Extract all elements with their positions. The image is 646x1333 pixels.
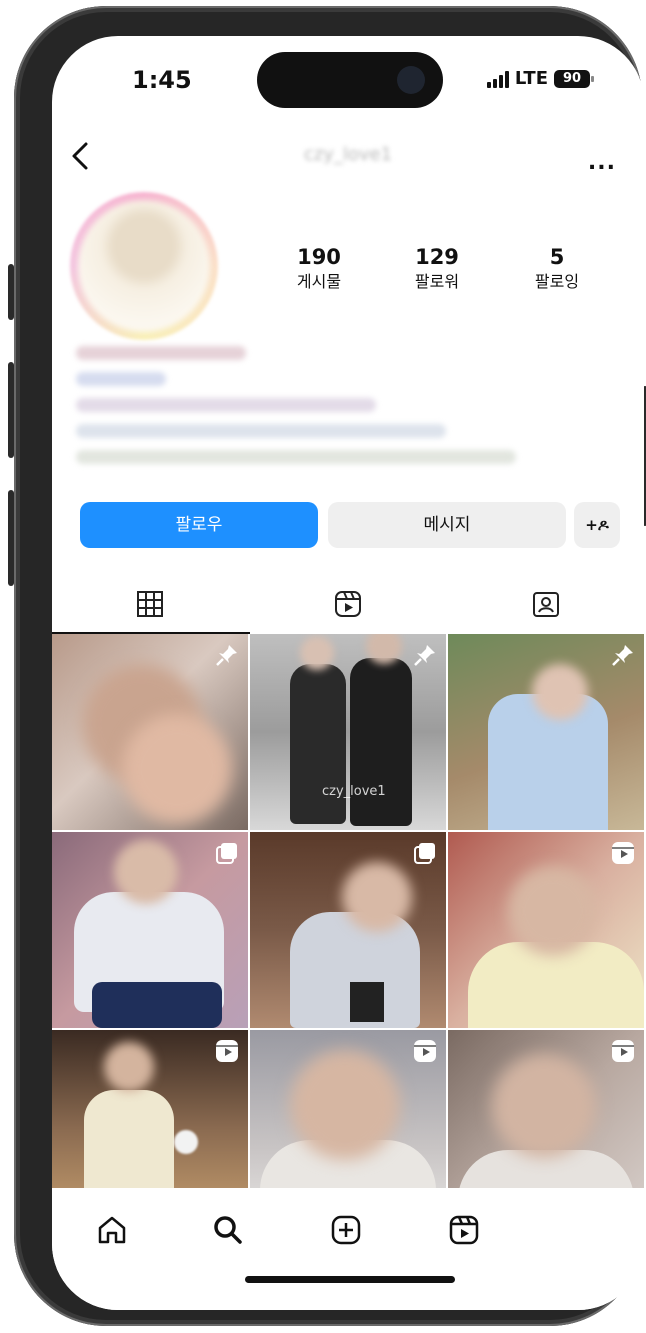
following-label: 팔로잉 [534, 272, 580, 291]
add-post-icon [331, 1215, 361, 1245]
reels-icon [612, 1040, 634, 1062]
following-count: 5 [549, 245, 565, 269]
status-indicators: LTE 90 [486, 68, 594, 89]
followers-label: 팔로워 [414, 272, 460, 291]
post-tile[interactable] [52, 634, 248, 830]
reels-icon [414, 1040, 436, 1062]
network-label: LTE [514, 68, 548, 89]
screen: 1:45 LTE 90 czy_love1 ... 190 게시물 129 팔로… [52, 36, 644, 1310]
nav-search[interactable] [206, 1208, 250, 1252]
pin-icon [612, 645, 633, 666]
camera-icon [397, 66, 425, 94]
back-button[interactable] [66, 138, 96, 174]
volume-up-button [8, 362, 14, 458]
action-button [8, 264, 14, 320]
suggest-people-button[interactable]: +ዶ [574, 502, 620, 548]
home-indicator[interactable] [245, 1276, 455, 1283]
avatar[interactable] [78, 200, 210, 332]
grid-icon [137, 591, 163, 617]
search-icon [214, 1216, 242, 1244]
reels-icon [335, 591, 361, 617]
tab-tagged[interactable] [522, 580, 570, 628]
followers-stat[interactable]: 129 팔로워 [402, 244, 472, 294]
carousel-icon [414, 843, 435, 864]
username-title: czy_love1 [303, 144, 393, 165]
posts-label: 게시물 [296, 272, 342, 291]
following-stat[interactable]: 5 팔로잉 [522, 244, 592, 294]
post-tile[interactable] [52, 832, 248, 1028]
posts-count: 190 [297, 245, 341, 269]
tab-posts[interactable] [126, 580, 174, 628]
chevron-left-icon [72, 142, 88, 170]
status-time: 1:45 [132, 66, 192, 94]
nav-reels[interactable] [442, 1208, 486, 1252]
pin-icon [216, 645, 237, 666]
post-tile[interactable]: czy_love1 [250, 634, 446, 830]
post-tile[interactable] [448, 634, 644, 830]
phone-frame: 1:45 LTE 90 czy_love1 ... 190 게시물 129 팔로… [8, 6, 646, 1326]
reels-icon [449, 1215, 479, 1245]
tagged-icon [533, 592, 559, 617]
nav-create[interactable] [324, 1208, 368, 1252]
home-icon [98, 1216, 126, 1244]
post-tile[interactable] [448, 832, 644, 1028]
more-options-button[interactable]: ... [588, 150, 616, 175]
nav-home[interactable] [90, 1208, 134, 1252]
bottom-nav [52, 1188, 644, 1310]
pin-icon [414, 645, 435, 666]
followers-count: 129 [415, 245, 459, 269]
message-button[interactable]: 메시지 [328, 502, 566, 548]
bio-blurred [76, 346, 556, 476]
watermark-text: czy_love1 [322, 784, 386, 799]
follow-button[interactable]: 팔로우 [80, 502, 318, 548]
volume-down-button [8, 490, 14, 586]
reels-icon [216, 1040, 238, 1062]
tab-reels[interactable] [324, 580, 372, 628]
reels-icon [612, 842, 634, 864]
posts-stat[interactable]: 190 게시물 [284, 244, 354, 294]
signal-icon [486, 70, 509, 88]
dynamic-island [257, 52, 443, 108]
carousel-icon [216, 843, 237, 864]
battery-icon: 90 [554, 69, 594, 88]
post-tile[interactable] [250, 832, 446, 1028]
